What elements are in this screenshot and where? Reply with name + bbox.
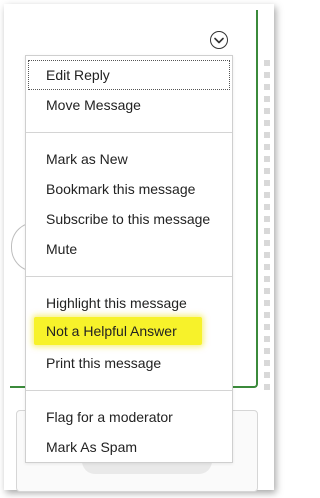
menu-item-print[interactable]: Print this message <box>26 348 232 378</box>
menu-item-flag-moderator[interactable]: Flag for a moderator <box>26 402 232 432</box>
menu-item-edit-reply[interactable]: Edit Reply <box>28 60 230 90</box>
menu-item-bookmark[interactable]: Bookmark this message <box>26 174 232 204</box>
menu-item-highlight[interactable]: Highlight this message <box>26 288 232 318</box>
menu-item-move-message[interactable]: Move Message <box>26 90 232 120</box>
menu-group-report: Flag for a moderator Mark As Spam <box>26 390 232 462</box>
message-options-menu: Edit Reply Move Message Mark as New Book… <box>25 55 233 463</box>
options-toggle-button[interactable] <box>210 31 228 49</box>
chevron-down-icon <box>214 37 224 43</box>
screenshot-stage: Edit Reply Move Message Mark as New Book… <box>0 0 288 498</box>
menu-item-mark-as-new[interactable]: Mark as New <box>26 144 232 174</box>
menu-group-status: Mark as New Bookmark this message Subscr… <box>26 132 232 276</box>
menu-item-not-helpful-answer[interactable]: Not a Helpful Answer <box>46 317 177 345</box>
scroll-track <box>264 60 270 390</box>
menu-item-mute[interactable]: Mute <box>26 234 232 264</box>
menu-item-subscribe[interactable]: Subscribe to this message <box>26 204 232 234</box>
menu-item-mark-spam[interactable]: Mark As Spam <box>26 432 232 462</box>
menu-group-edit: Edit Reply Move Message <box>26 56 232 132</box>
